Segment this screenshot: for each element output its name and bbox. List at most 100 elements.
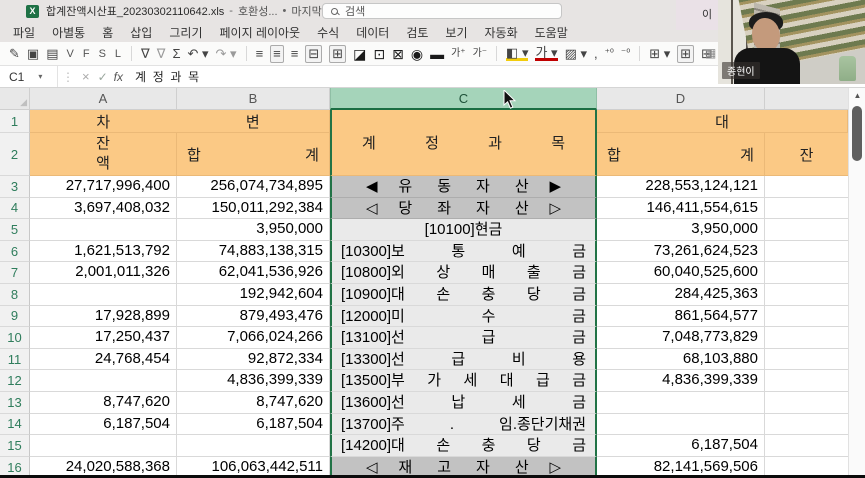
cell-account[interactable]: [10900]대 손 충 당 금 xyxy=(330,284,597,306)
align-right-icon[interactable]: ≡ xyxy=(291,46,299,62)
cell-account[interactable]: [14200]대 손 충 당 금 xyxy=(330,435,597,457)
sort-hangul-icon[interactable]: ⊞ xyxy=(329,45,346,63)
row-number[interactable]: 15 xyxy=(0,435,30,457)
cell-account[interactable]: [13700]주 . 임.종단기채권 xyxy=(330,414,597,436)
cell-account[interactable]: [13500]부 가 세 대 급 금 xyxy=(330,370,597,392)
cell-debit-total[interactable]: 62,041,536,926 xyxy=(177,262,330,284)
menu-item[interactable]: 아별통 xyxy=(52,24,85,41)
autosum-icon[interactable]: Σ xyxy=(172,46,180,62)
cell-credit-total[interactable]: 60,040,525,600 xyxy=(597,262,765,284)
column-header-d[interactable]: D xyxy=(597,88,765,110)
cell-account[interactable]: [10300]보 통 예 금 xyxy=(330,241,597,263)
cell-debit-balance[interactable]: 27,717,996,400 xyxy=(30,176,177,198)
comma-style-icon[interactable]: , xyxy=(594,46,598,62)
cell-debit-total[interactable]: 150,011,292,384 xyxy=(177,198,330,220)
cell-debit-total[interactable]: 7,066,024,266 xyxy=(177,327,330,349)
cell-credit-total[interactable]: 861,564,577 xyxy=(597,306,765,328)
cell-debit-balance[interactable]: 17,250,437 xyxy=(30,327,177,349)
decrease-decimal-icon[interactable]: ⁻⁰ xyxy=(621,46,630,62)
invert-fill-icon[interactable]: ◪ xyxy=(353,46,366,62)
pattern-icon[interactable]: ▨ ▾ xyxy=(565,46,587,62)
cell-credit-balance[interactable] xyxy=(765,262,848,284)
f-macro-button[interactable]: F xyxy=(82,46,91,62)
brackets-icon[interactable]: ⊡ xyxy=(373,46,385,62)
cell-account[interactable]: [13600]선 납 세 금 xyxy=(330,392,597,414)
cell-debit-total[interactable]: 3,950,000 xyxy=(177,219,330,241)
menu-item[interactable]: 자동화 xyxy=(485,24,518,41)
cell-debit-total[interactable]: 192,942,604 xyxy=(177,284,330,306)
cell-credit-total[interactable]: 146,411,554,615 xyxy=(597,198,765,220)
divider[interactable] xyxy=(639,46,640,61)
cell-debit-balance[interactable] xyxy=(30,219,177,241)
menu-item[interactable]: 보기 xyxy=(445,24,467,41)
divider[interactable] xyxy=(496,46,497,61)
diagonal-cell-icon[interactable]: ⊠ xyxy=(392,46,404,62)
cell-account-title[interactable]: 계 정 과 목 xyxy=(330,110,597,176)
row-number[interactable]: 7 xyxy=(0,262,30,284)
cell-debit-balance[interactable]: 24,768,454 xyxy=(30,349,177,371)
row-number[interactable]: 14 xyxy=(0,414,30,436)
cell-credit-balance[interactable] xyxy=(765,306,848,328)
cell-debit-balance[interactable]: 1,621,513,792 xyxy=(30,241,177,263)
cell-debit-total[interactable]: 92,872,334 xyxy=(177,349,330,371)
cell-credit-total[interactable]: 7,048,773,829 xyxy=(597,327,765,349)
column-header-b[interactable]: B xyxy=(177,88,330,110)
menu-item[interactable]: 삽입 xyxy=(130,24,152,41)
font-decrease-icon[interactable]: 가⁻ xyxy=(473,46,487,62)
cell-credit-balance[interactable] xyxy=(765,414,848,436)
cell-debit-balance[interactable]: 6,187,504 xyxy=(30,414,177,436)
row-number[interactable]: 5 xyxy=(0,219,30,241)
row-number[interactable]: 11 xyxy=(0,349,30,371)
cell-credit-total[interactable]: 68,103,880 xyxy=(597,349,765,371)
row-number[interactable]: 4 xyxy=(0,198,30,220)
column-header-c-selected[interactable]: C xyxy=(330,88,597,110)
cell-credit-total[interactable]: 4,836,399,339 xyxy=(597,370,765,392)
insert-function-icon[interactable]: fx xyxy=(114,70,123,84)
cell-account[interactable]: [10800]외 상 매 출 금 xyxy=(330,262,597,284)
column-header-e[interactable] xyxy=(765,88,848,110)
cell-credit-balance[interactable] xyxy=(765,327,848,349)
cancel-icon[interactable]: × xyxy=(82,69,90,84)
cell-debit-balance[interactable]: 3,697,408,032 xyxy=(30,198,177,220)
cell-credit-total-header[interactable]: 합 계 xyxy=(597,133,765,176)
cell-credit-total[interactable]: 284,425,363 xyxy=(597,284,765,306)
menu-item[interactable]: 파일 xyxy=(13,24,35,41)
cell-account[interactable]: [13100]선 급 금 xyxy=(330,327,597,349)
block-icon[interactable]: ▬ xyxy=(430,46,444,62)
cell-account[interactable]: [10100]현금 xyxy=(330,219,597,241)
cell-debit-balance[interactable] xyxy=(30,284,177,306)
cell-credit-balance[interactable] xyxy=(765,370,848,392)
enter-icon[interactable]: ✓ xyxy=(98,70,108,84)
cell-credit-balance[interactable] xyxy=(765,349,848,371)
cell-account[interactable]: [13300]선 급 비 용 xyxy=(330,349,597,371)
cell-account[interactable]: [12000]미 수 금 xyxy=(330,306,597,328)
scrollbar-thumb[interactable] xyxy=(852,106,862,161)
cell-credit-balance[interactable] xyxy=(765,176,848,198)
row-number[interactable]: 3 xyxy=(0,176,30,198)
s-macro-button[interactable]: S xyxy=(98,46,107,62)
increase-decimal-icon[interactable]: ⁺⁰ xyxy=(605,46,614,62)
outer-border-icon[interactable]: ⊞ xyxy=(677,45,694,63)
chevron-down-icon[interactable]: ▾ xyxy=(38,72,42,81)
row-number[interactable]: 9 xyxy=(0,306,30,328)
menu-item[interactable]: 페이지 레이아웃 xyxy=(219,24,300,41)
menu-item[interactable]: 데이터 xyxy=(356,24,389,41)
cell-credit-total[interactable]: 228,553,124,121 xyxy=(597,176,765,198)
cell-credit-total[interactable] xyxy=(597,414,765,436)
cell-credit-balance[interactable] xyxy=(765,198,848,220)
divider[interactable] xyxy=(246,46,247,61)
cell-debit-total[interactable]: 256,074,734,895 xyxy=(177,176,330,198)
row-number[interactable]: 8 xyxy=(0,284,30,306)
menu-item[interactable]: 도움말 xyxy=(535,24,568,41)
column-header-a[interactable]: A xyxy=(30,88,177,110)
cell-account[interactable]: ◁당 좌 자 산▷ xyxy=(330,198,597,220)
row-number[interactable]: 10 xyxy=(0,327,30,349)
middle-align-icon[interactable]: ⊟ xyxy=(305,45,322,63)
paste-icon[interactable]: ▤ xyxy=(46,46,58,62)
undo-icon[interactable]: ↶ ▾ xyxy=(188,46,209,62)
select-all-corner[interactable]: ◢ xyxy=(0,88,30,110)
v-macro-button[interactable]: V xyxy=(66,46,75,62)
menu-item[interactable]: 홈 xyxy=(102,24,113,41)
cell-debit-balance[interactable] xyxy=(30,435,177,457)
filter-icon[interactable]: ∇ xyxy=(141,46,150,62)
